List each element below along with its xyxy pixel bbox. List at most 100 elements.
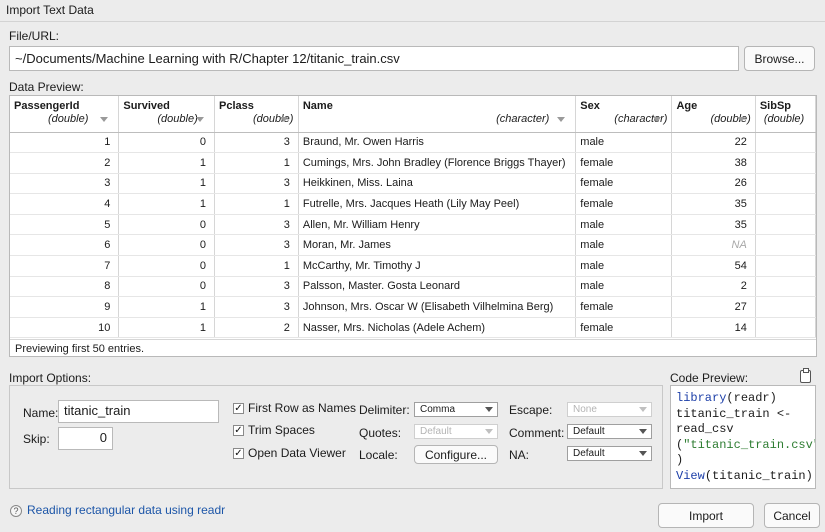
na-label: NA:	[509, 448, 530, 462]
column-name: Sex	[580, 100, 600, 112]
column-name: PassengerId	[14, 100, 80, 112]
quotes-label: Quotes:	[359, 426, 402, 440]
configure-locale-button[interactable]: Configure...	[414, 445, 498, 464]
table-cell	[755, 152, 816, 174]
table-cell: 1	[214, 193, 299, 215]
table-cell: 8	[10, 276, 120, 298]
code-preview-box[interactable]: library(readr) titanic_train <- read_csv ("…	[670, 385, 816, 489]
file-url-label: File/URL:	[9, 29, 60, 43]
table-cell: Palsson, Master. Gosta Leonard	[298, 276, 577, 298]
column-header-1[interactable]: Survived (double)	[118, 96, 215, 133]
column-name: Survived	[123, 100, 170, 112]
table-row: 1 0 3 Braund, Mr. Owen Harris male 22	[10, 132, 816, 154]
file-url-input[interactable]: ~/Documents/Machine Learning with R/Chap…	[9, 46, 739, 71]
open-viewer-check-icon: ✓	[233, 447, 244, 459]
table-cell	[755, 296, 816, 318]
table-cell: 3	[214, 234, 299, 257]
table-cell: 0	[118, 214, 215, 236]
open-data-viewer-label: Open Data Viewer	[248, 446, 346, 460]
table-cell: 0	[118, 276, 215, 298]
data-preview-grid[interactable]: PassengerId (double) Survived (double) Pclas…	[9, 95, 817, 357]
column-header-3[interactable]: Name (character)	[298, 96, 577, 133]
preview-footer-text: Previewing first 50 entries.	[10, 339, 816, 356]
table-row: 7 0 1 McCarthy, Mr. Timothy Jmale 54	[10, 255, 816, 277]
table-cell: 3	[10, 173, 120, 195]
column-header-6[interactable]: SibSp (double)	[755, 96, 816, 133]
table-cell: 1	[118, 296, 215, 318]
open-data-viewer-checkbox[interactable]: ✓ Open Data Viewer	[233, 446, 346, 460]
na-select[interactable]: Default	[567, 446, 652, 461]
delimiter-select[interactable]: Comma	[414, 402, 498, 417]
delimiter-label: Delimiter:	[359, 403, 410, 417]
column-header-0[interactable]: PassengerId (double)	[10, 96, 120, 133]
help-icon[interactable]: ?	[10, 505, 22, 517]
table-cell: 22	[671, 132, 756, 154]
trim-spaces-checkbox[interactable]: ✓ Trim Spaces	[233, 423, 315, 437]
table-cell: 54	[671, 255, 756, 277]
import-options-label: Import Options:	[9, 371, 92, 385]
code-line-5: )	[676, 453, 684, 467]
column-type: (character)	[496, 113, 550, 125]
table-row: 10 1 2 Nasser, Mrs. Nicholas (Adele Achem) f…	[10, 317, 816, 339]
trim-spaces-check-icon: ✓	[233, 424, 244, 436]
column-type-dropdown-icon[interactable]	[557, 117, 566, 122]
table-cell: 1	[118, 173, 215, 195]
table-cell: Cumings, Mrs. John Bradley (Florence Bri…	[298, 152, 577, 174]
escape-label: Escape:	[509, 403, 553, 417]
code-line-6: View(titanic_train)	[676, 468, 813, 483]
table-row: 9 1 3 Johnson, Mrs. Oscar W (Elisabeth Vilh…	[10, 296, 816, 318]
table-cell	[755, 132, 816, 154]
table-cell: 1	[118, 317, 215, 339]
table-cell	[755, 255, 816, 277]
browse-button[interactable]: Browse...	[744, 46, 815, 71]
table-cell: 7	[10, 255, 120, 277]
readr-help-link[interactable]: Reading rectangular data using readr	[27, 503, 225, 517]
table-cell: 2	[10, 152, 120, 174]
table-cell: 6	[10, 234, 120, 257]
header-row: PassengerId (double) Survived (double) Pclas…	[10, 96, 816, 133]
first-row-names-checkbox[interactable]: ✓ First Row as Names	[233, 401, 356, 415]
table-cell: 2	[671, 276, 756, 298]
column-type-dropdown-icon[interactable]	[653, 117, 662, 122]
import-options-panel: Name: titanic_train Skip: 0 ✓ First Row …	[9, 385, 663, 489]
window-title: Import Text Data	[0, 0, 825, 22]
column-name: Age	[676, 100, 698, 112]
column-header-4[interactable]: Sex (character)	[575, 96, 673, 133]
column-name: SibSp	[759, 100, 791, 112]
table-cell: 38	[671, 152, 756, 174]
table-cell: 1	[214, 255, 299, 277]
table-cell: male	[575, 255, 673, 277]
table-cell: Johnson, Mrs. Oscar W (Elisabeth Vilhelm…	[298, 296, 577, 318]
table-cell: Futrelle, Mrs. Jacques Heath (Lily May P…	[298, 193, 577, 215]
column-type-dropdown-icon[interactable]	[736, 117, 745, 122]
table-cell: female	[575, 317, 673, 339]
column-type-dropdown-icon[interactable]	[196, 117, 204, 122]
table-cell: male	[575, 214, 673, 236]
column-header-5[interactable]: Age (double)	[671, 96, 756, 133]
column-header-2[interactable]: Pclass (double)	[214, 96, 299, 133]
table-cell: female	[575, 173, 673, 195]
first-row-check-icon: ✓	[233, 402, 244, 414]
table-cell: 9	[10, 296, 120, 318]
table-cell: Allen, Mr. William Henry	[298, 214, 577, 236]
column-type-dropdown-icon[interactable]	[279, 117, 288, 122]
table-row: 6 0 3 Moran, Mr. James male NA	[10, 234, 816, 257]
cancel-button[interactable]: Cancel	[764, 503, 820, 528]
escape-select[interactable]: None	[567, 402, 652, 417]
table-cell: Heikkinen, Miss. Laina	[298, 173, 577, 195]
table-row: 5 0 3 Allen, Mr. William Henry male 35	[10, 214, 816, 236]
table-cell: Nasser, Mrs. Nicholas (Adele Achem)	[298, 317, 577, 339]
name-label: Name:	[23, 406, 59, 420]
name-input[interactable]: titanic_train	[58, 400, 219, 423]
copy-clipboard-icon[interactable]	[800, 368, 811, 383]
table-cell: 3	[214, 214, 299, 236]
column-type-dropdown-icon[interactable]	[100, 117, 109, 122]
table-cell: 3	[214, 132, 299, 154]
quotes-select[interactable]: Default	[414, 424, 498, 439]
table-cell: 2	[214, 317, 299, 339]
table-cell: 4	[10, 193, 120, 215]
import-button[interactable]: Import	[658, 503, 754, 528]
skip-input[interactable]: 0	[58, 427, 113, 450]
column-type: (double)	[48, 113, 89, 125]
comment-select[interactable]: Default	[567, 424, 652, 439]
